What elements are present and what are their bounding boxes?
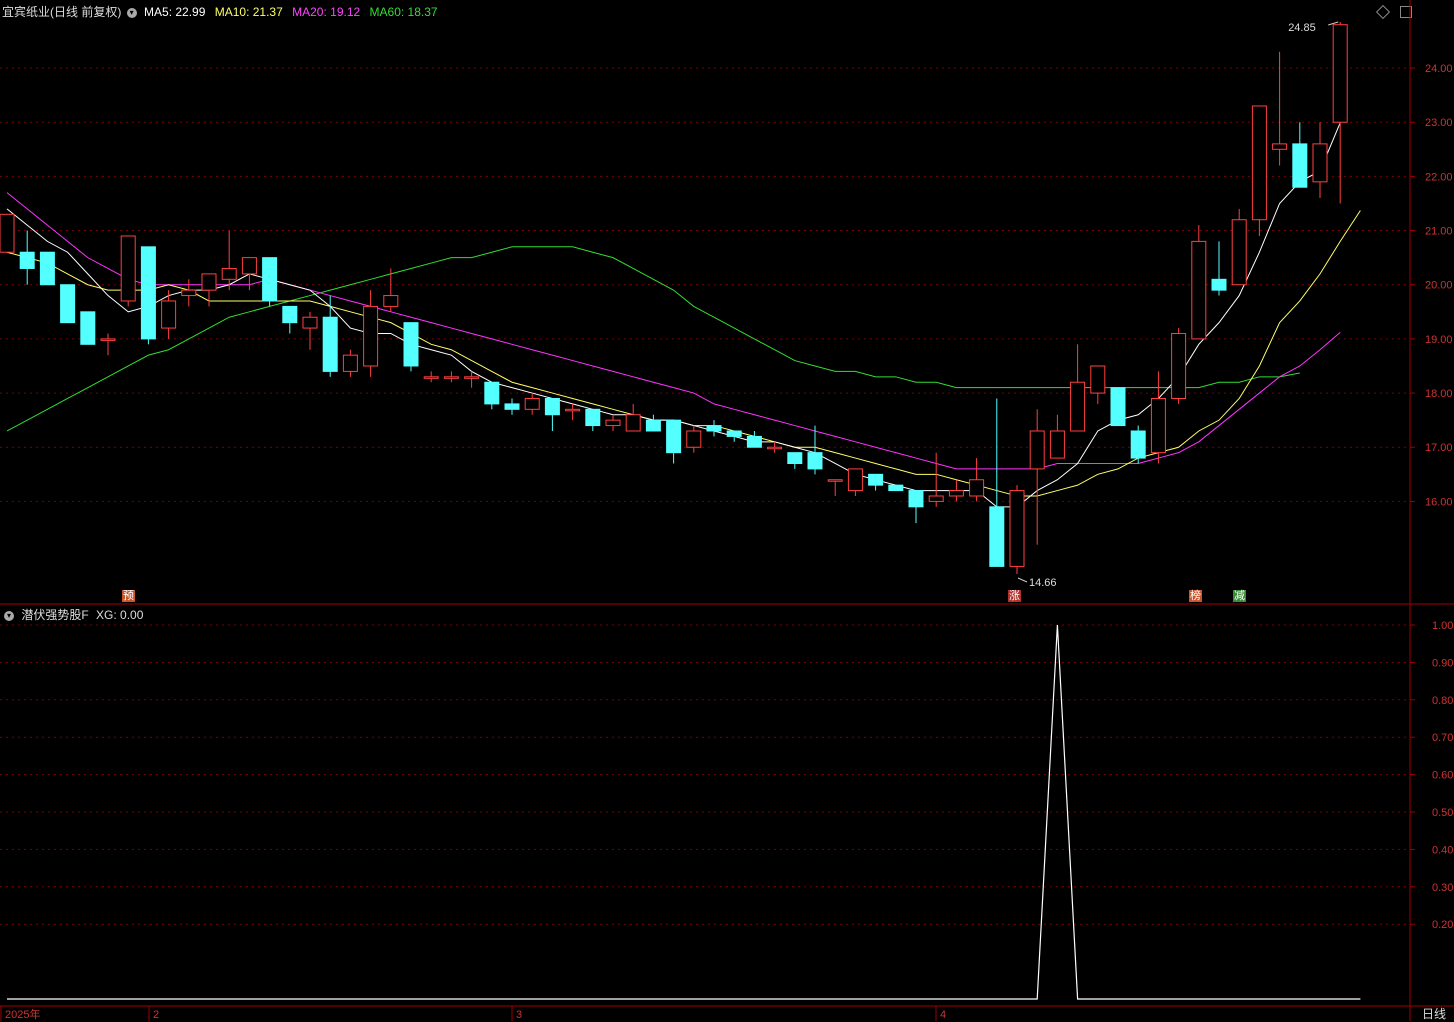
candle-body-down <box>80 311 96 345</box>
candle-body-up <box>443 376 459 379</box>
candle-body-down <box>868 473 884 486</box>
candle-body-up <box>847 468 863 492</box>
chart-canvas[interactable]: 16.0017.0018.0019.0020.0021.0022.0023.00… <box>0 0 1454 1021</box>
y-tick-label: 0.50 <box>1432 807 1453 819</box>
y-tick-label: 0.30 <box>1432 882 1453 894</box>
y-tick-label: 0.20 <box>1432 919 1453 931</box>
candle-body-down <box>1211 278 1227 291</box>
y-tick-label: 0.80 <box>1432 695 1453 707</box>
x-tick-label: 3 <box>516 1009 522 1021</box>
candle-body-up <box>1191 240 1207 340</box>
candle-body-up <box>423 376 439 379</box>
y-tick-label: 0.90 <box>1432 657 1453 669</box>
candle-body-up <box>625 414 641 432</box>
candle-body-up <box>1150 397 1166 454</box>
y-tick-label: 24.00 <box>1425 63 1453 75</box>
candle-body-down <box>645 419 661 432</box>
candle-body-down <box>60 284 76 324</box>
candle-body-up <box>1009 490 1025 567</box>
y-tick-label: 0.60 <box>1432 770 1453 782</box>
candle-body-up <box>161 300 177 329</box>
y-tick-label: 21.00 <box>1425 226 1453 238</box>
candle-body-up <box>827 479 843 482</box>
candle-body-up <box>605 419 621 427</box>
candle-body-up <box>928 495 944 502</box>
candle-body-up <box>1312 143 1328 183</box>
y-tick-label: 1.00 <box>1432 620 1453 632</box>
candle-body-up <box>120 235 136 302</box>
x-tick-label: 2 <box>153 1009 159 1021</box>
candle-body-down <box>726 430 742 437</box>
candle-body-up <box>1332 24 1348 123</box>
candle-body-up <box>1049 430 1065 459</box>
candle-body-up <box>342 354 358 372</box>
candle-body-up <box>565 408 581 412</box>
y-tick-label: 0.70 <box>1432 732 1453 744</box>
candle-body-up <box>1251 105 1267 221</box>
y-tick-label: 18.00 <box>1425 388 1453 400</box>
ma10-line <box>6 210 1361 497</box>
candle-body-up <box>100 338 116 341</box>
candle-body-up <box>0 213 15 253</box>
x-tick-label: 4 <box>940 1009 946 1021</box>
candle-body-down <box>585 408 601 427</box>
candle-body-up <box>524 397 540 410</box>
candle-body-down <box>989 506 1005 567</box>
candle-body-down <box>262 257 278 302</box>
candle-body-down <box>19 251 35 269</box>
low-pointer <box>1017 577 1028 583</box>
candle-body-down <box>908 490 924 508</box>
candle-body-down <box>746 435 762 448</box>
candle-body-down <box>1110 387 1126 427</box>
candle-body-down <box>403 322 419 367</box>
candle-body-down <box>282 305 298 324</box>
candle-body-down <box>140 246 156 340</box>
candle-body-up <box>383 295 399 307</box>
candle-body-up <box>302 316 318 329</box>
candle-body-up <box>1090 365 1106 394</box>
candle-body-up <box>464 376 480 379</box>
candle-body-up <box>969 479 985 497</box>
x-tick-label: 2025年 <box>5 1007 40 1021</box>
y-tick-label: 20.00 <box>1425 280 1453 292</box>
y-tick-label: 16.00 <box>1425 496 1453 508</box>
y-tick-label: 0.40 <box>1432 844 1453 856</box>
candle-body-up <box>1070 381 1086 432</box>
candle-body-down <box>807 452 823 470</box>
y-tick-label: 22.00 <box>1425 171 1453 183</box>
candle-body-down <box>666 419 682 454</box>
candle-body-down <box>322 316 338 372</box>
low-label: 14.66 <box>1029 577 1057 589</box>
y-tick-label: 19.00 <box>1425 334 1453 346</box>
candle-body-down <box>1292 143 1308 188</box>
candle-body-up <box>948 490 964 497</box>
candle-body-down <box>504 403 520 410</box>
candle-body-up <box>1272 143 1288 150</box>
candle-body-up <box>181 289 197 297</box>
candle-body-down <box>706 425 722 432</box>
candle-body-down <box>1130 430 1146 459</box>
candle-body-up <box>1231 219 1247 286</box>
candle-body-down <box>484 381 500 405</box>
candle-body-up <box>221 267 237 280</box>
candle-body-up <box>686 430 702 448</box>
candle-body-up <box>241 257 257 275</box>
candle-body-down <box>39 251 55 286</box>
candle-body-up <box>1171 332 1187 399</box>
y-tick-label: 17.00 <box>1425 442 1453 454</box>
candle-body-up <box>1029 430 1045 470</box>
candle-body-down <box>888 484 904 492</box>
candle-body-up <box>363 305 379 367</box>
candle-body-down <box>544 397 560 416</box>
candle-body-up <box>767 446 783 450</box>
y-tick-label: 23.00 <box>1425 117 1453 129</box>
candle-body-down <box>787 452 803 464</box>
high-label: 24.85 <box>1288 22 1316 34</box>
candle-body-up <box>201 273 217 291</box>
